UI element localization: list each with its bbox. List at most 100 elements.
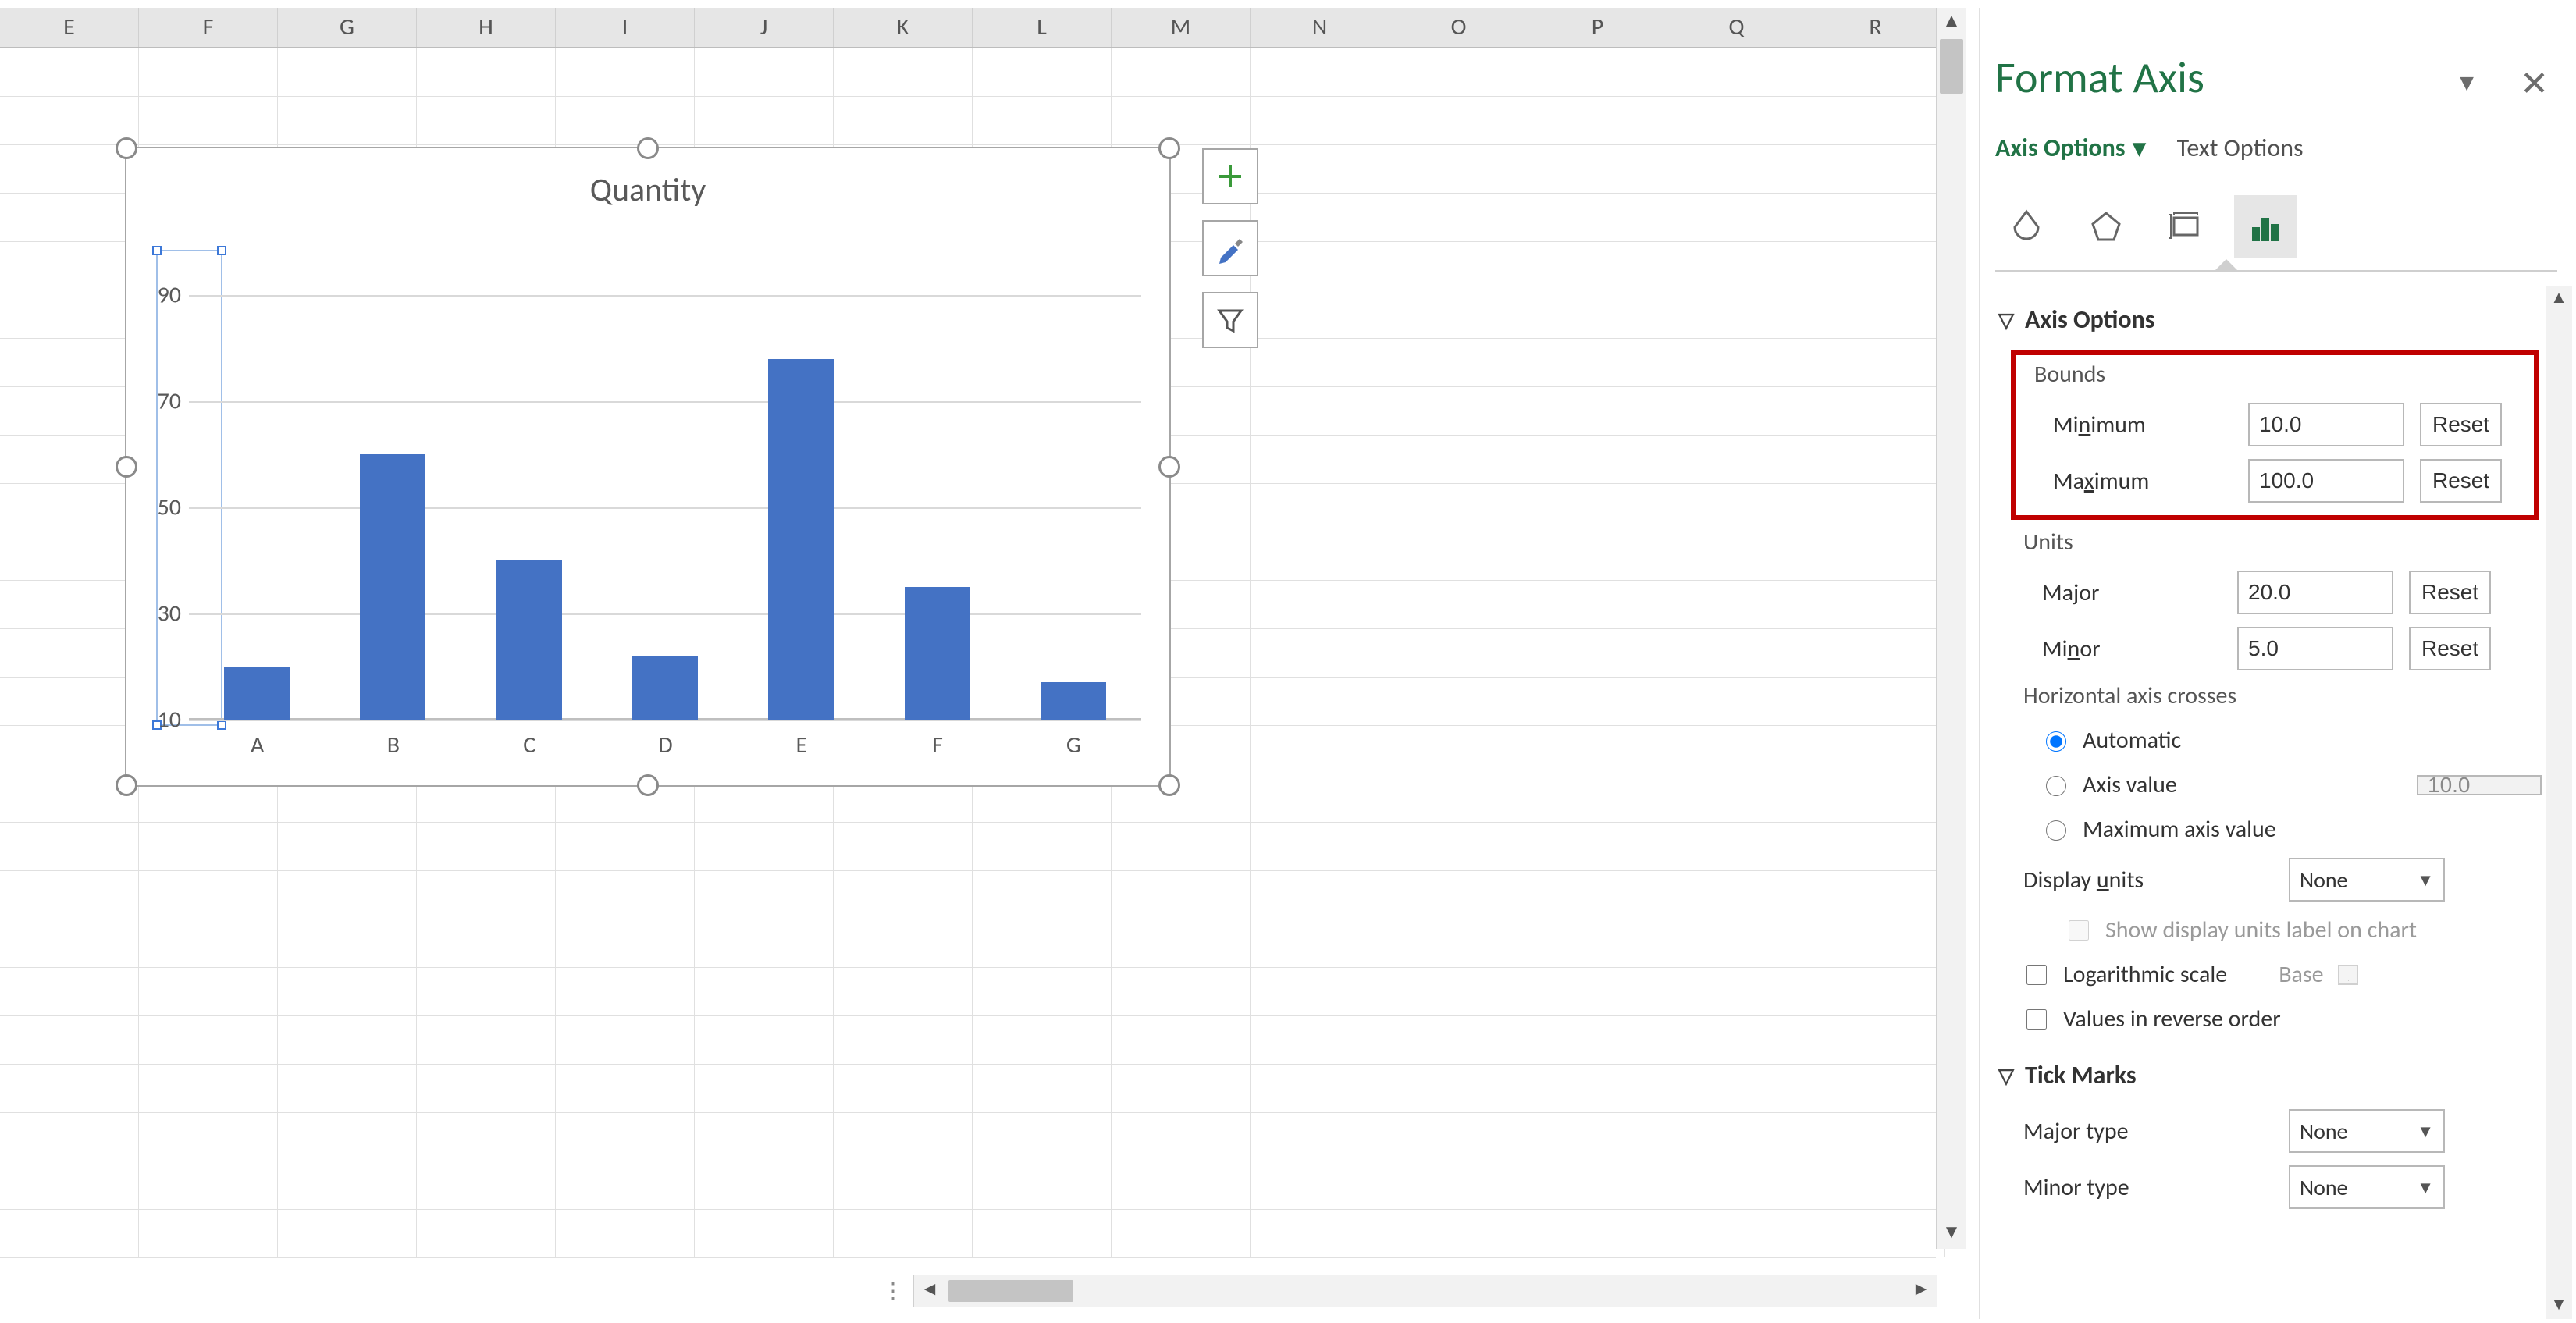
grid-cell[interactable]: [1667, 581, 1806, 628]
grid-cell[interactable]: [0, 968, 139, 1015]
grid-cell[interactable]: [0, 97, 139, 144]
column-header[interactable]: O: [1389, 8, 1528, 47]
grid-cell[interactable]: [1251, 581, 1389, 628]
grid-cell[interactable]: [1528, 1161, 1667, 1209]
grid-cell[interactable]: [417, 48, 556, 96]
grid-cell[interactable]: [1251, 968, 1389, 1015]
grid-cell[interactable]: [1389, 436, 1528, 483]
grid-cell[interactable]: [1112, 871, 1251, 919]
resize-handle-tl[interactable]: [116, 137, 137, 159]
grid-cell[interactable]: [1806, 581, 1945, 628]
grid-cell[interactable]: [1251, 629, 1389, 677]
axis-options-icon[interactable]: [2234, 195, 2297, 258]
grid-cell[interactable]: [278, 871, 417, 919]
hscroll-thumb[interactable]: [948, 1280, 1073, 1302]
grid-cell[interactable]: [1528, 436, 1667, 483]
grid-cell[interactable]: [1667, 629, 1806, 677]
major-type-select[interactable]: None ▼: [2289, 1109, 2445, 1153]
grid-cell[interactable]: [0, 581, 139, 628]
grid-cell[interactable]: [556, 871, 695, 919]
grid-cell[interactable]: [1528, 1210, 1667, 1257]
minor-type-select[interactable]: None ▼: [2289, 1165, 2445, 1209]
grid-cell[interactable]: [1528, 1065, 1667, 1112]
grid-cell[interactable]: [278, 823, 417, 870]
grid-cell[interactable]: [1667, 871, 1806, 919]
grid-cell[interactable]: [278, 1016, 417, 1064]
column-header[interactable]: M: [1112, 8, 1251, 47]
grid-cell[interactable]: [834, 871, 973, 919]
grid-cell[interactable]: [278, 48, 417, 96]
effects-icon[interactable]: [2075, 195, 2137, 258]
grid-cell[interactable]: [139, 1065, 278, 1112]
grid-cell[interactable]: [1251, 532, 1389, 580]
grid-cell[interactable]: [973, 823, 1112, 870]
bounds-maximum-reset-button[interactable]: Reset: [2420, 459, 2502, 503]
grid-cell[interactable]: [1667, 678, 1806, 725]
grid-cell[interactable]: [1806, 145, 1945, 193]
grid-cell[interactable]: [556, 1210, 695, 1257]
units-major-input[interactable]: [2237, 571, 2393, 614]
grid-cell[interactable]: [1389, 823, 1528, 870]
grid-cell[interactable]: [1389, 774, 1528, 822]
grid-cell[interactable]: [278, 97, 417, 144]
grid-cell[interactable]: [834, 968, 973, 1015]
grid-cell[interactable]: [834, 919, 973, 967]
grid-cell[interactable]: [1806, 1065, 1945, 1112]
grid-cell[interactable]: [834, 1161, 973, 1209]
grid-cell[interactable]: [1251, 339, 1389, 386]
grid-cell[interactable]: [973, 1161, 1112, 1209]
units-minor-reset-button[interactable]: Reset: [2409, 627, 2491, 670]
grid-cell[interactable]: [1251, 387, 1389, 435]
grid-cell[interactable]: [1667, 1065, 1806, 1112]
grid-cell[interactable]: [1389, 48, 1528, 96]
grid-cell[interactable]: [1667, 1210, 1806, 1257]
size-properties-icon[interactable]: [2154, 195, 2217, 258]
grid-cell[interactable]: [0, 1210, 139, 1257]
grid-cell[interactable]: [556, 968, 695, 1015]
grid-cell[interactable]: [973, 97, 1112, 144]
grid-cell[interactable]: [1251, 97, 1389, 144]
grid-cell[interactable]: [973, 871, 1112, 919]
reverse-order-checkbox[interactable]: [2026, 1009, 2047, 1030]
grid-cell[interactable]: [1806, 726, 1945, 774]
grid-cell[interactable]: [695, 823, 834, 870]
grid-cell[interactable]: [1251, 1161, 1389, 1209]
hcross-axis-value-radio[interactable]: [2046, 776, 2066, 796]
resize-handle-tc[interactable]: [637, 137, 659, 159]
grid-cell[interactable]: [834, 1210, 973, 1257]
grid-cell[interactable]: [1389, 581, 1528, 628]
scroll-left-icon[interactable]: ◄: [914, 1275, 945, 1307]
bounds-minimum-input[interactable]: [2248, 403, 2404, 446]
grid-cell[interactable]: [1112, 1113, 1251, 1161]
pane-close-button[interactable]: ✕: [2520, 62, 2549, 105]
vscroll-thumb[interactable]: [1940, 39, 1963, 94]
scroll-down-icon[interactable]: ▼: [1937, 1219, 1966, 1249]
bounds-maximum-input[interactable]: [2248, 459, 2404, 503]
grid-cell[interactable]: [1806, 387, 1945, 435]
grid-cell[interactable]: [1806, 968, 1945, 1015]
resize-handle-bc[interactable]: [637, 774, 659, 796]
scroll-right-icon[interactable]: ►: [1905, 1275, 1937, 1307]
grid-cell[interactable]: [556, 1161, 695, 1209]
grid-cell[interactable]: [695, 1065, 834, 1112]
grid-cell[interactable]: [1389, 387, 1528, 435]
grid-cell[interactable]: [1251, 290, 1389, 338]
resize-handle-ml[interactable]: [116, 456, 137, 478]
grid-cell[interactable]: [0, 242, 139, 290]
column-header[interactable]: H: [417, 8, 556, 47]
column-header[interactable]: N: [1251, 8, 1389, 47]
grid-cell[interactable]: [139, 968, 278, 1015]
chart-title[interactable]: Quantity: [126, 170, 1169, 210]
grid-cell[interactable]: [0, 387, 139, 435]
grid-cell[interactable]: [278, 1161, 417, 1209]
grid-cell[interactable]: [0, 1161, 139, 1209]
grid-cell[interactable]: [1806, 97, 1945, 144]
grid-cell[interactable]: [1251, 919, 1389, 967]
grid-cell[interactable]: [1806, 871, 1945, 919]
grid-cell[interactable]: [834, 823, 973, 870]
grid-cell[interactable]: [417, 1065, 556, 1112]
grid-cell[interactable]: [417, 97, 556, 144]
grid-cell[interactable]: [0, 629, 139, 677]
grid-cell[interactable]: [1528, 532, 1667, 580]
sheet-grip-icon[interactable]: ⋮: [882, 1276, 906, 1307]
